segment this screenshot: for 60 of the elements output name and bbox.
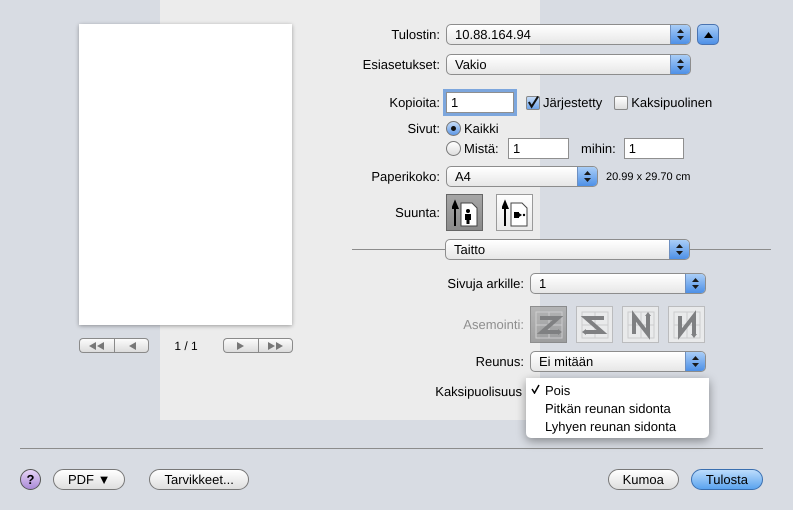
menu-item[interactable]: Lyhyen reunan sidonta	[526, 417, 709, 435]
pages-per-sheet-popup[interactable]: 1	[530, 273, 706, 294]
paper-size-label: Paperikoko:	[370, 169, 441, 184]
updown-arrows-icon	[676, 244, 683, 255]
printer-label: Tulostin:	[390, 27, 441, 42]
duplex-label: Kaksipuolisuus	[434, 384, 522, 399]
previous-page-button[interactable]	[114, 338, 149, 353]
border-popup[interactable]: Ei mitään	[530, 351, 706, 372]
from-page-field[interactable]: 1	[508, 138, 569, 159]
page-order-icon	[672, 310, 702, 340]
two-sided-label: Kaksipuolinen	[631, 95, 712, 110]
presets-label: Esiasetukset:	[362, 57, 441, 72]
dialog-button[interactable]: Tarvikkeet...	[149, 469, 249, 490]
collated-checkbox[interactable]	[526, 96, 540, 110]
layout-direction-label: Asemointi:	[462, 317, 525, 332]
disclosure-button[interactable]	[697, 24, 719, 45]
copies-label: Kopioita:	[388, 95, 441, 110]
to-page-field[interactable]: 1	[624, 138, 684, 159]
pdf-menu-button[interactable]: PDF ▼	[53, 469, 126, 490]
page-order-icon	[626, 310, 656, 340]
menu-item[interactable]: Pitkän reunan sidonta	[526, 399, 709, 417]
two-sided-checkbox[interactable]	[614, 96, 628, 110]
arrow-page-person-icon	[452, 198, 478, 226]
checkmark-icon	[531, 384, 540, 394]
printer-popup[interactable]: 10.88.164.94	[446, 24, 691, 45]
to-page-label: mihin:	[581, 141, 616, 156]
radio-label: Kaikki	[464, 121, 499, 136]
pages-label: Sivut:	[406, 121, 441, 136]
default-button[interactable]: Tulosta	[690, 469, 763, 490]
page-order-icon	[534, 310, 564, 340]
help-button[interactable]: ?	[20, 469, 41, 490]
updown-arrows-icon	[677, 29, 684, 40]
section-popup[interactable]: Taitto	[445, 239, 690, 260]
paper-dimensions: 20.99 x 29.70 cm	[606, 170, 690, 182]
orientation-label: Suunta:	[394, 205, 441, 220]
check-icon	[527, 96, 539, 109]
paper-size-popup[interactable]: A4	[446, 166, 598, 187]
menu-item[interactable]: Pois	[526, 381, 709, 399]
copies-field[interactable]: 1	[446, 92, 514, 113]
border-label: Reunus:	[474, 354, 525, 369]
presets-popup[interactable]: Vakio	[446, 54, 691, 75]
radio-label: Mistä:	[464, 141, 500, 156]
next-page-button[interactable]	[222, 338, 258, 353]
last-page-button[interactable]	[258, 338, 293, 353]
updown-arrows-icon	[692, 278, 699, 289]
dialog-button[interactable]: Kumoa	[608, 469, 679, 490]
orientation-button[interactable]	[496, 194, 533, 231]
orientation-button[interactable]	[446, 194, 483, 231]
page-indicator: 1 / 1	[174, 338, 198, 352]
pages-per-sheet-label: Sivuja arkille:	[446, 276, 525, 291]
collated-label: Järjestetty	[543, 95, 602, 110]
double-left-triangle-icon	[89, 342, 105, 350]
updown-arrows-icon	[677, 59, 684, 70]
page-order-icon	[580, 310, 610, 340]
first-page-button[interactable]	[79, 338, 114, 353]
updown-arrows-icon	[692, 356, 699, 367]
double-right-triangle-icon	[267, 342, 284, 350]
updown-arrows-icon	[584, 171, 591, 182]
arrow-page-shape-icon	[502, 198, 528, 226]
up-triangle-icon	[704, 32, 712, 38]
